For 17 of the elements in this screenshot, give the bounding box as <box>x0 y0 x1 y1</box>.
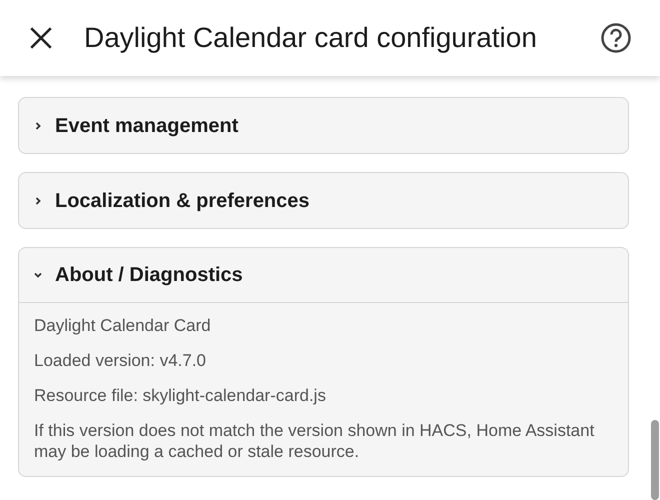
section-header[interactable]: Event management <box>19 98 628 153</box>
dialog-title: Daylight Calendar card configuration <box>84 21 537 55</box>
chevron-right-icon <box>33 120 43 130</box>
info-text: Daylight Calendar Card <box>34 315 212 336</box>
chevron-down-icon <box>33 270 43 280</box>
section-title: About / Diagnostics <box>55 263 243 288</box>
section-header[interactable]: Localization & preferences <box>19 173 628 228</box>
info-text: Loaded version: v4.7.0 <box>34 350 208 371</box>
section-title: Localization & preferences <box>55 188 310 214</box>
info-text: Resource file: skylight-calendar-card.js <box>34 385 327 406</box>
info-text: If this version does not match the version shown in HACS, Home Assistant may be loading a cached or stale resource. <box>34 420 596 462</box>
close-icon[interactable] <box>28 25 54 51</box>
section-header[interactable]: About / Diagnostics <box>19 248 628 303</box>
scrollbar-thumb[interactable] <box>651 420 659 500</box>
chevron-right-icon <box>33 196 43 206</box>
help-icon[interactable] <box>600 22 632 54</box>
section-title: Event management <box>55 114 238 138</box>
